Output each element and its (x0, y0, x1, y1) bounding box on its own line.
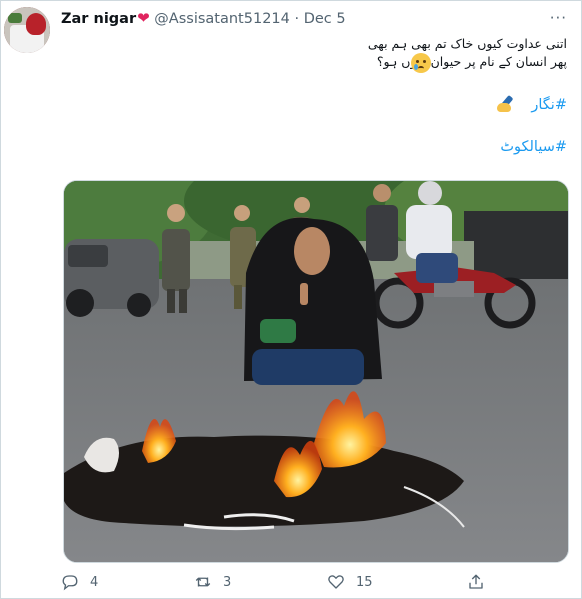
tweet-actions: 4 3 15 (61, 573, 521, 595)
like-count: 15 (356, 574, 373, 590)
share-icon (469, 574, 483, 589)
author-handle[interactable]: @Assisatant51214 (154, 11, 290, 27)
author-name[interactable]: Zar nigar (61, 11, 136, 27)
tweet-header: Zar nigar❤ @Assisatant51214 · Dec 5 ··· (61, 9, 573, 29)
more-options-icon[interactable]: ··· (550, 9, 567, 27)
reply-count: 4 (90, 574, 99, 590)
writing-hand-icon (497, 94, 517, 114)
heart-emoji-icon: ❤ (137, 9, 150, 27)
avatar[interactable] (4, 7, 50, 53)
crying-face-icon (411, 53, 431, 73)
retweet-icon (195, 577, 211, 587)
tweet-photo[interactable] (63, 180, 569, 563)
separator-dot: · (294, 11, 300, 27)
like-icon (328, 575, 344, 589)
share-button[interactable] (467, 573, 485, 591)
tweet-date[interactable]: Dec 5 (304, 11, 346, 27)
tweet-text-line-1: اتنی عداوت کیوں خاک تم بھی ہم بھی (367, 36, 567, 51)
reply-icon (62, 575, 78, 591)
hashtag-link-2[interactable]: #سیالکوٹ (500, 139, 567, 155)
retweet-count: 3 (223, 574, 232, 590)
reply-button[interactable]: 4 (61, 573, 98, 591)
like-button[interactable]: 15 (327, 573, 373, 591)
hashtag-link-1[interactable]: #نگار (531, 97, 567, 113)
street-protest-photo (64, 181, 568, 562)
retweet-button[interactable]: 3 (194, 573, 231, 591)
tweet-card[interactable]: Zar nigar❤ @Assisatant51214 · Dec 5 ··· … (0, 0, 582, 599)
tweet-text-line-2: پھر انسان کے نام پر حیوان کیوں ہو؟ (376, 54, 567, 69)
